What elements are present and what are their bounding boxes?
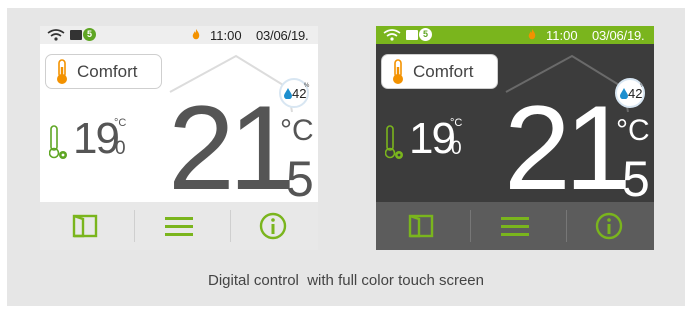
room-temp-integer: 21	[504, 81, 632, 215]
setpoint-unit: °C	[450, 117, 463, 129]
info-icon	[595, 212, 623, 240]
battery-icon	[70, 30, 82, 40]
info-button[interactable]	[564, 202, 654, 250]
notification-badge: 5	[419, 28, 432, 41]
bottom-nav	[376, 202, 654, 250]
mode-label: Comfort	[77, 62, 138, 81]
wifi-icon	[47, 29, 65, 41]
product-caption: Digital control with full color touch sc…	[208, 272, 484, 289]
window-icon	[408, 214, 434, 238]
mode-selector[interactable]: Comfort	[381, 54, 498, 89]
mode-selector[interactable]: Comfort	[45, 54, 162, 89]
wifi-icon	[383, 29, 401, 41]
menu-icon	[501, 217, 529, 236]
flame-icon	[528, 29, 536, 40]
info-icon	[259, 212, 287, 240]
status-bar: 5 11:00 03/06/19.	[376, 26, 654, 44]
clock-date: 03/06/19.	[256, 28, 309, 43]
thermostat-screen-dark: 5 11:00 03/06/19. Comfort 42 % 19 °C 0 2…	[376, 26, 654, 250]
window-icon	[72, 214, 98, 238]
product-panel: 5 11:00 03/06/19. Comfort 42 % 19 °C 0 2…	[7, 8, 685, 306]
clock-time: 11:00	[210, 28, 242, 43]
setpoint-thermometer-gear-icon	[49, 125, 67, 159]
setpoint-decimal: 0	[451, 138, 462, 159]
room-temp-integer: 21	[168, 81, 296, 215]
bottom-nav	[40, 202, 318, 250]
menu-icon	[165, 217, 193, 236]
menu-button[interactable]	[470, 202, 560, 250]
setpoint-unit: °C	[114, 117, 127, 129]
humidity-unit: %	[640, 83, 646, 89]
battery-icon	[406, 30, 418, 40]
window-button[interactable]	[376, 202, 466, 250]
setpoint-decimal: 0	[115, 138, 126, 159]
room-temp-decimal: 5	[286, 151, 314, 207]
room-temp-unit: °C	[280, 114, 314, 147]
room-temp-unit: °C	[616, 114, 650, 147]
setpoint-integer: 19	[409, 114, 456, 163]
thermometer-icon	[57, 59, 67, 84]
menu-button[interactable]	[134, 202, 224, 250]
clock-date: 03/06/19.	[592, 28, 645, 43]
mode-label: Comfort	[413, 62, 474, 81]
status-bar: 5 11:00 03/06/19.	[40, 26, 318, 44]
flame-icon	[192, 29, 200, 40]
setpoint-thermometer-gear-icon	[385, 125, 403, 159]
thermometer-icon	[393, 59, 403, 84]
setpoint-integer: 19	[73, 114, 120, 163]
window-button[interactable]	[40, 202, 130, 250]
thermostat-screen-light: 5 11:00 03/06/19. Comfort 42 % 19 °C 0 2…	[40, 26, 318, 250]
info-button[interactable]	[228, 202, 318, 250]
notification-badge: 5	[83, 28, 96, 41]
clock-time: 11:00	[546, 28, 578, 43]
humidity-unit: %	[304, 83, 310, 89]
room-temp-decimal: 5	[622, 151, 650, 207]
